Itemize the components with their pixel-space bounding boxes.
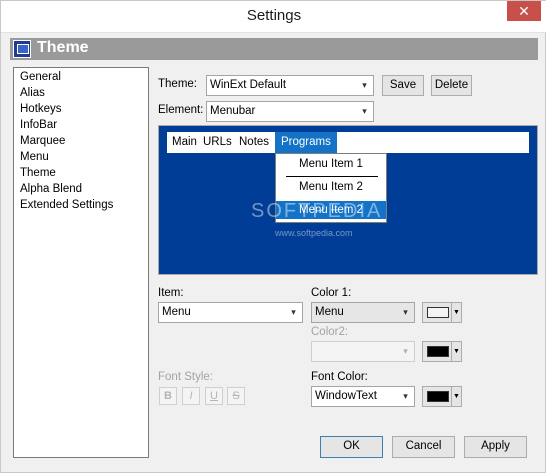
theme-select-value: WinExt Default xyxy=(210,79,287,91)
preview-popup-item: Menu Item 1 xyxy=(299,158,363,170)
cancel-button[interactable]: Cancel xyxy=(392,436,455,458)
tree-item-alpha-blend[interactable]: Alpha Blend xyxy=(20,183,82,195)
color1-select[interactable]: Menu ▾ xyxy=(311,302,415,323)
font-color-picker[interactable]: ▼ xyxy=(422,386,462,407)
chevron-down-icon: ▾ xyxy=(403,391,408,401)
preview-menu-notes: Notes xyxy=(239,136,270,148)
element-select[interactable]: Menubar ▾ xyxy=(206,101,374,122)
title-bar: Settings ✕ xyxy=(1,1,546,33)
chevron-down-icon: ▾ xyxy=(291,307,296,317)
caret-down-icon: ▼ xyxy=(451,303,461,322)
caret-down-icon: ▼ xyxy=(451,387,461,406)
preview-popup-item: Menu Item 2 xyxy=(299,181,363,193)
chevron-down-icon: ▾ xyxy=(362,80,367,90)
color1-swatch xyxy=(427,307,449,318)
element-select-value: Menubar xyxy=(210,105,256,117)
settings-window: Settings ✕ Theme General Alias Hotkeys I… xyxy=(0,0,546,473)
color2-label: Color2: xyxy=(311,326,349,338)
font-color-label: Font Color: xyxy=(311,371,368,383)
color2-select[interactable]: ▾ xyxy=(311,341,415,362)
theme-preview: Main URLs Notes Programs Menu Item 1 Men… xyxy=(158,125,538,275)
underline-button[interactable]: U xyxy=(205,387,223,405)
bold-button[interactable]: B xyxy=(159,387,177,405)
element-label: Element: xyxy=(158,104,204,116)
item-label: Item: xyxy=(158,287,184,299)
preview-popup-separator xyxy=(286,176,378,177)
tree-item-infobar[interactable]: InfoBar xyxy=(20,119,57,131)
font-style-label: Font Style: xyxy=(158,371,213,383)
ok-button[interactable]: OK xyxy=(320,436,383,458)
section-header: Theme xyxy=(10,38,538,60)
softpedia-watermark: SOFTPEDIA xyxy=(251,200,383,222)
preview-menu-main: Main xyxy=(172,136,197,148)
tree-item-general[interactable]: General xyxy=(20,71,61,83)
caret-down-icon: ▼ xyxy=(451,342,461,361)
tree-item-menu[interactable]: Menu xyxy=(20,151,49,163)
chevron-down-icon: ▾ xyxy=(362,106,367,116)
preview-menu-programs: Programs xyxy=(275,132,337,153)
theme-select[interactable]: WinExt Default ▾ xyxy=(206,75,374,96)
font-color-select-value: WindowText xyxy=(315,390,377,402)
item-select[interactable]: Menu ▾ xyxy=(158,302,303,323)
font-color-swatch xyxy=(427,391,449,402)
color1-label: Color 1: xyxy=(311,287,352,299)
tree-item-hotkeys[interactable]: Hotkeys xyxy=(20,103,62,115)
apply-button[interactable]: Apply xyxy=(464,436,527,458)
chevron-down-icon: ▾ xyxy=(403,307,408,317)
preview-menu-urls: URLs xyxy=(203,136,232,148)
window-title: Settings xyxy=(246,7,302,24)
color1-select-value: Menu xyxy=(315,306,344,318)
chevron-down-icon: ▾ xyxy=(403,346,408,356)
color2-swatch xyxy=(427,346,449,357)
tree-item-alias[interactable]: Alias xyxy=(20,87,45,99)
preview-menubar: Main URLs Notes Programs xyxy=(167,132,529,153)
italic-button[interactable]: I xyxy=(182,387,200,405)
color2-picker[interactable]: ▼ xyxy=(422,341,462,362)
item-select-value: Menu xyxy=(162,306,191,318)
tree-item-theme[interactable]: Theme xyxy=(20,167,56,179)
tree-item-extended-settings[interactable]: Extended Settings xyxy=(20,199,113,211)
tree-item-marquee[interactable]: Marquee xyxy=(20,135,65,147)
font-color-select[interactable]: WindowText ▾ xyxy=(311,386,415,407)
theme-label: Theme: xyxy=(158,78,197,90)
delete-button[interactable]: Delete xyxy=(431,75,472,96)
close-button[interactable]: ✕ xyxy=(507,1,541,21)
color1-picker[interactable]: ▼ xyxy=(422,302,462,323)
winext-logo-icon xyxy=(13,40,31,58)
save-button[interactable]: Save xyxy=(382,75,424,96)
section-title: Theme xyxy=(37,39,89,56)
softpedia-watermark-url: www.softpedia.com xyxy=(275,228,353,238)
strikethrough-button[interactable]: S xyxy=(227,387,245,405)
settings-tree: General Alias Hotkeys InfoBar Marquee Me… xyxy=(13,67,149,458)
